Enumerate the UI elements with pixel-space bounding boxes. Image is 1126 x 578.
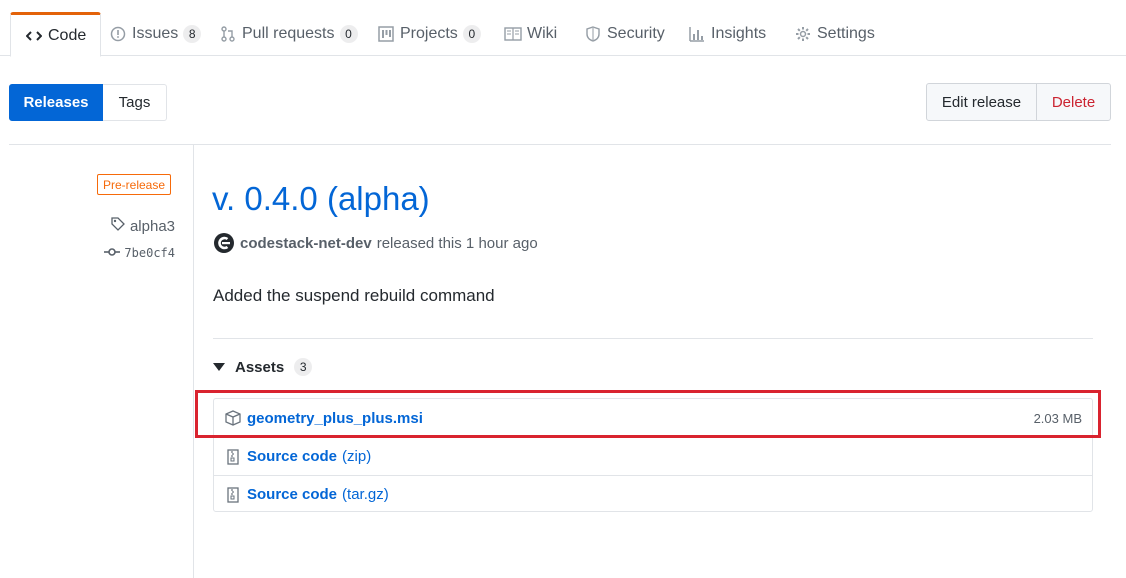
divider: [9, 144, 1111, 145]
asset-row[interactable]: Source code (tar.gz): [214, 475, 1092, 513]
gear-icon: [794, 25, 812, 43]
release-time: released this 1 hour ago: [376, 234, 538, 252]
code-icon: [25, 27, 43, 45]
tab-insights[interactable]: Insights: [674, 12, 780, 56]
highlight-box: [195, 390, 1101, 438]
release-tag[interactable]: alpha3: [110, 216, 175, 236]
release-title[interactable]: v. 0.4.0 (alpha): [212, 180, 430, 218]
caret-down-icon: [213, 363, 225, 371]
tab-security[interactable]: Security: [570, 12, 679, 56]
tab-label: Insights: [711, 25, 767, 42]
asset-link[interactable]: Source code: [247, 486, 337, 503]
pull-requests-counter: 0: [339, 25, 358, 43]
graph-icon: [688, 25, 706, 43]
tags-button[interactable]: Tags: [103, 84, 167, 121]
prerelease-badge: Pre-release: [97, 174, 172, 195]
tab-issues[interactable]: Issues 8: [95, 12, 215, 56]
issue-icon: [109, 25, 127, 43]
asset-ext[interactable]: (tar.gz): [342, 486, 389, 503]
release-commit[interactable]: 7be0cf4: [104, 246, 175, 260]
projects-counter: 0: [462, 25, 481, 43]
book-icon: [504, 25, 522, 43]
tag-icon: [110, 216, 130, 236]
tab-pull-requests[interactable]: Pull requests 0: [205, 12, 372, 56]
author-link[interactable]: codestack-net-dev: [240, 235, 372, 252]
tab-label: Projects: [400, 25, 458, 42]
file-zip-icon: [225, 486, 241, 504]
tab-label: Issues: [132, 25, 179, 42]
asset-link[interactable]: Source code: [247, 448, 337, 465]
releases-button[interactable]: Releases: [9, 84, 103, 121]
tab-settings[interactable]: Settings: [780, 12, 889, 56]
pull-request-icon: [219, 25, 237, 43]
assets-counter: 3: [294, 358, 313, 376]
release-description: Added the suspend rebuild command: [213, 286, 495, 305]
tag-label: alpha3: [129, 217, 175, 235]
tab-label: Code: [48, 26, 87, 44]
file-zip-icon: [225, 448, 241, 466]
sidebar-divider: [193, 145, 194, 578]
issues-counter: 8: [183, 25, 202, 43]
release-meta: codestack-net-dev released this 1 hour a…: [213, 232, 538, 254]
edit-release-button[interactable]: Edit release: [926, 83, 1037, 121]
tab-code[interactable]: Code: [10, 12, 102, 57]
tab-wiki[interactable]: Wiki: [490, 12, 571, 56]
tab-label: Wiki: [527, 25, 558, 42]
project-icon: [377, 25, 395, 43]
tab-label: Settings: [817, 25, 875, 42]
repo-tabbar: Code Issues 8 Pull requests 0 Projects 0…: [0, 0, 1126, 57]
delete-button[interactable]: Delete: [1036, 83, 1111, 121]
tab-projects[interactable]: Projects 0: [363, 12, 495, 56]
tab-label: Security: [607, 25, 665, 42]
avatar[interactable]: [213, 232, 235, 254]
assets-toggle[interactable]: Assets 3: [213, 358, 313, 376]
asset-row[interactable]: Source code (zip): [214, 437, 1092, 475]
asset-ext[interactable]: (zip): [342, 448, 371, 465]
tab-label: Pull requests: [242, 25, 335, 42]
commit-icon: [104, 246, 124, 260]
shield-icon: [584, 25, 602, 43]
commit-sha: 7be0cf4: [124, 246, 175, 260]
divider: [213, 338, 1093, 339]
assets-label: Assets: [235, 358, 285, 376]
